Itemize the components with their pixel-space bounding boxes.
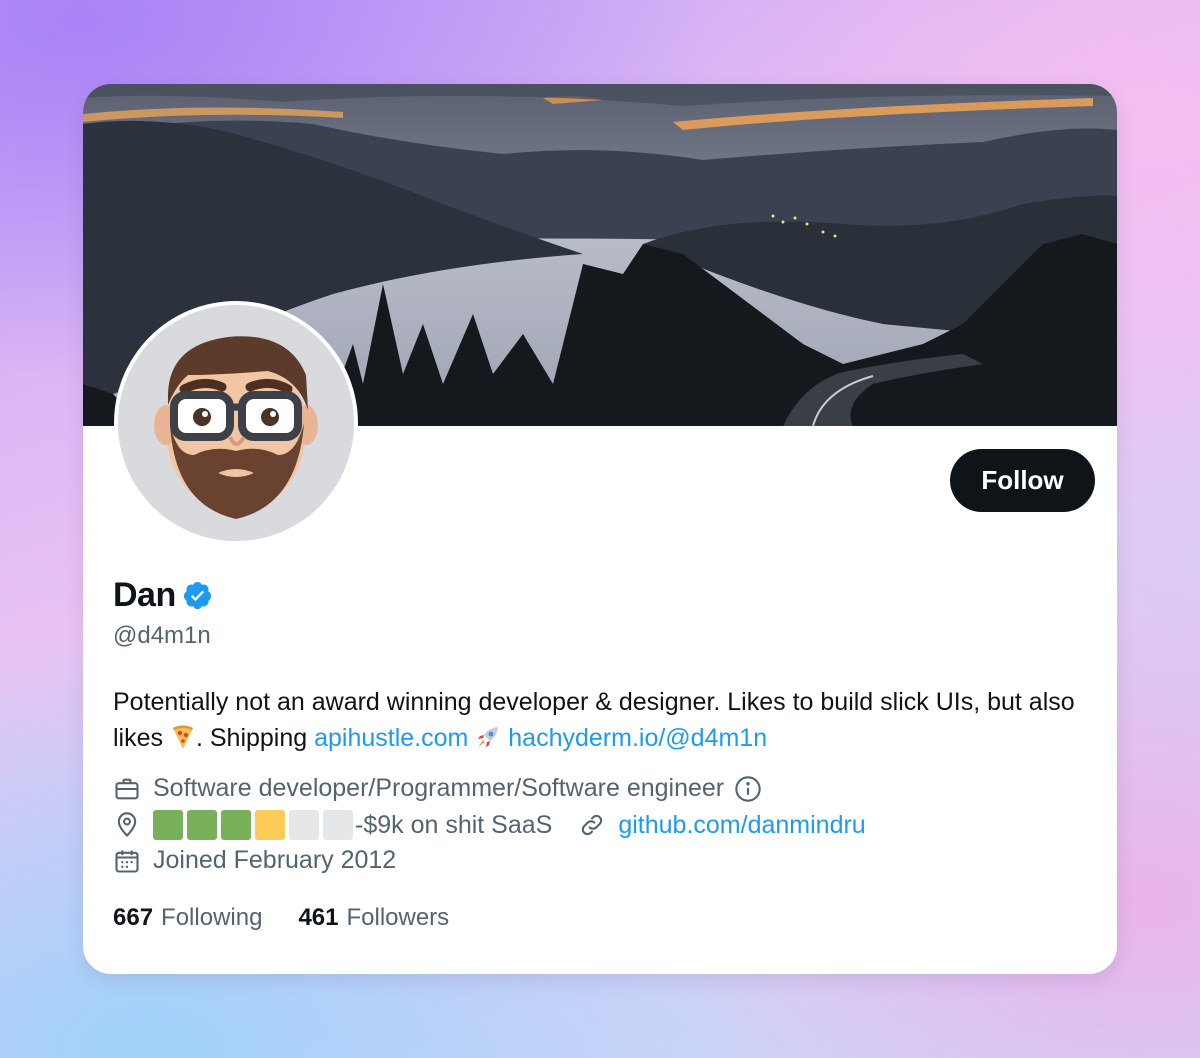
handle: @d4m1n [113,622,211,649]
location-text: -$9k on shit SaaS [355,810,553,839]
green-square-icon [153,810,183,840]
website-link[interactable]: github.com/danmindru [618,811,865,840]
profession-text: Software developer/Programmer/Software e… [153,774,725,802]
link-icon [578,811,606,839]
location-pin-icon [113,811,141,839]
profile-card: Follow Dan @d4m1n Potentially not an awa… [83,84,1117,974]
bio-link-apihustle[interactable]: apihustle.com [314,724,468,752]
display-name: Dan [113,576,176,614]
followers-stat[interactable]: 461 Followers [298,904,449,932]
following-count: 667 [113,904,154,931]
rocket-emoji-icon [475,724,501,750]
following-label: Following [161,904,263,931]
bio: Potentially not an award winning develop… [113,684,1103,756]
bio-text-2: . Shipping [195,724,308,752]
calendar-icon [113,847,141,875]
location-row: -$9k on shit SaaS github.com/danmindru [113,810,866,840]
yellow-square-icon [255,810,285,840]
info-icon[interactable] [734,775,762,803]
joined-row: Joined February 2012 [113,846,396,875]
bio-link-hachyderm[interactable]: hachyderm.io/@d4m1n [508,724,767,752]
verified-badge-icon[interactable] [182,580,213,611]
name-row: Dan [113,576,213,615]
white-square-icon [289,810,319,840]
following-stat[interactable]: 667 Following [113,904,262,932]
green-square-icon [221,810,251,840]
avatar[interactable] [118,305,354,541]
white-square-icon [323,810,353,840]
profession-row: Software developer/Programmer/Software e… [113,774,762,803]
followers-count: 461 [298,904,339,931]
green-square-icon [187,810,217,840]
joined-date: Joined February 2012 [153,846,397,874]
pizza-emoji-icon [170,724,196,750]
followers-label: Followers [346,904,450,931]
avatar-border [114,301,358,545]
location-squares [153,810,353,840]
follow-stats: 667 Following 461 Followers [113,904,485,932]
follow-button[interactable]: Follow [950,449,1095,512]
briefcase-icon [113,775,141,803]
